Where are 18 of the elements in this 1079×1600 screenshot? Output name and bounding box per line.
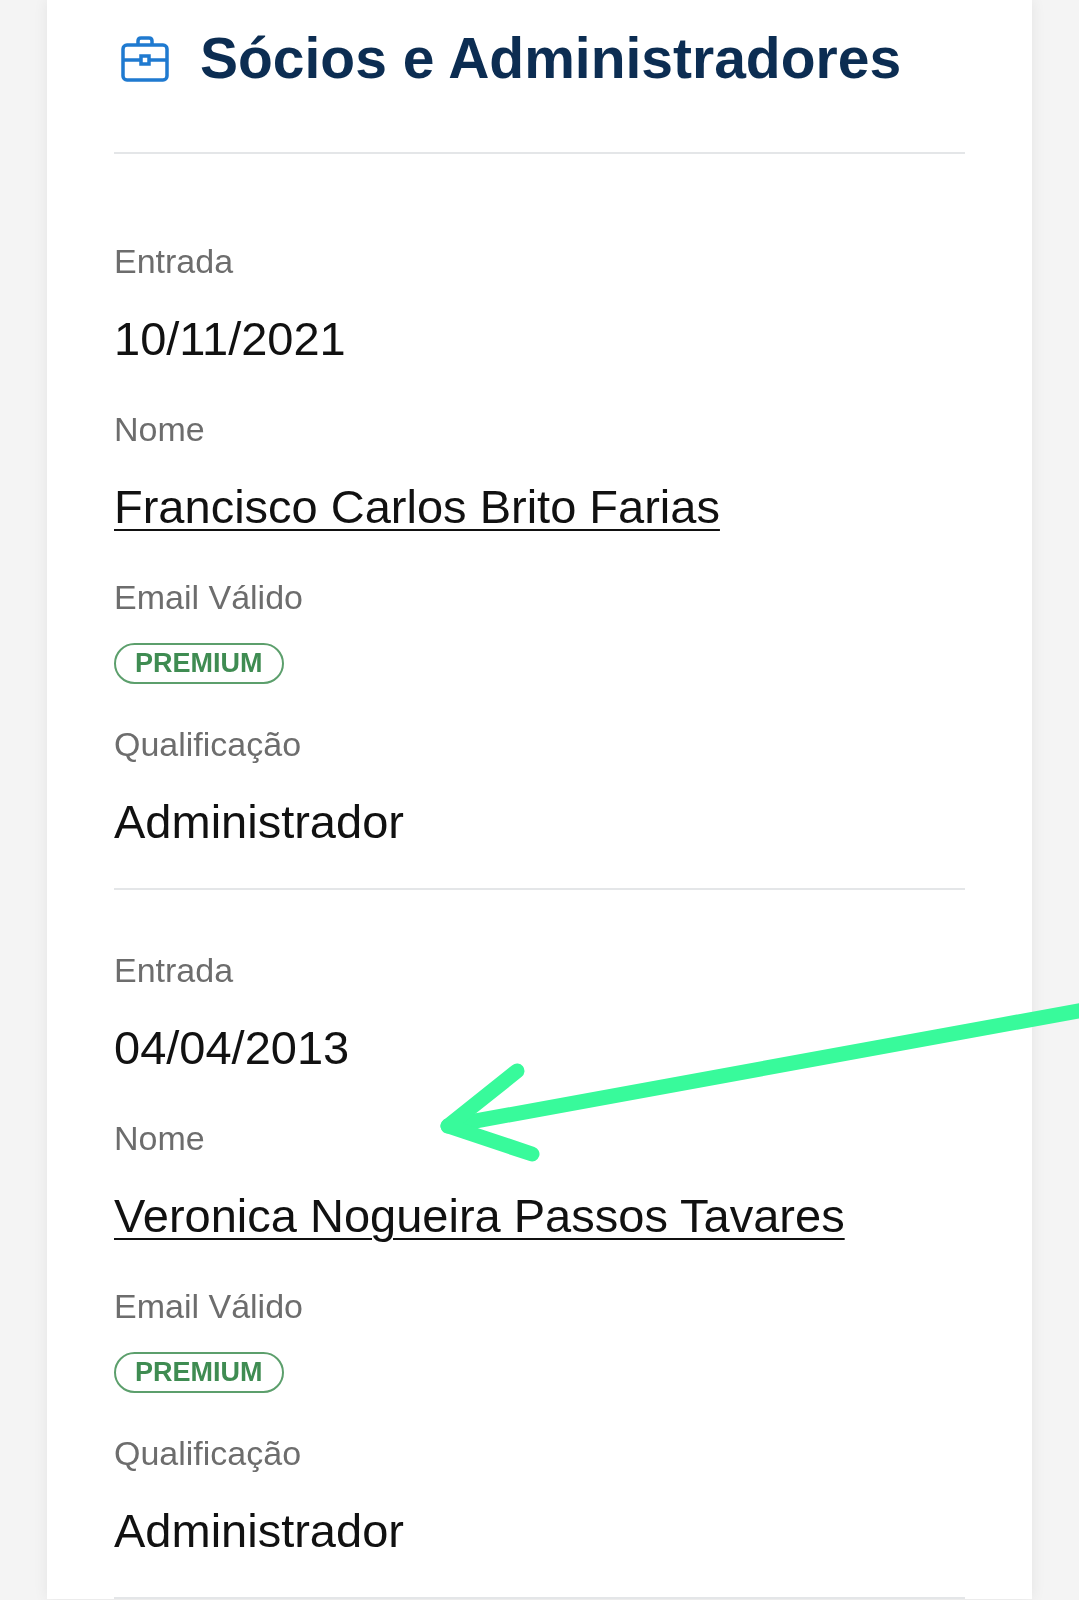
field-label: Entrada [114,241,234,282]
field-label: Nome [114,1118,205,1159]
field-value: Administrador [114,1503,404,1559]
section-title: Sócios e Administradores [200,25,902,92]
field-label: Nome [114,409,205,450]
briefcase-icon [121,34,169,82]
field-value: 10/11/2021 [114,311,346,367]
status-badge: PREMIUM [114,643,284,684]
field-label: Entrada [114,950,234,991]
field-label: Email Válido [114,1286,303,1327]
field-value: 04/04/2013 [114,1020,350,1076]
field-value: Administrador [114,794,404,850]
status-badge: PREMIUM [114,1352,284,1393]
field-label: Qualificação [114,1433,302,1474]
name-link[interactable]: Veronica Nogueira Passos Tavares [114,1186,845,1246]
field-label: Email Válido [114,577,303,618]
name-link[interactable]: Francisco Carlos Brito Farias [114,477,720,537]
field-label: Qualificação [114,724,302,765]
